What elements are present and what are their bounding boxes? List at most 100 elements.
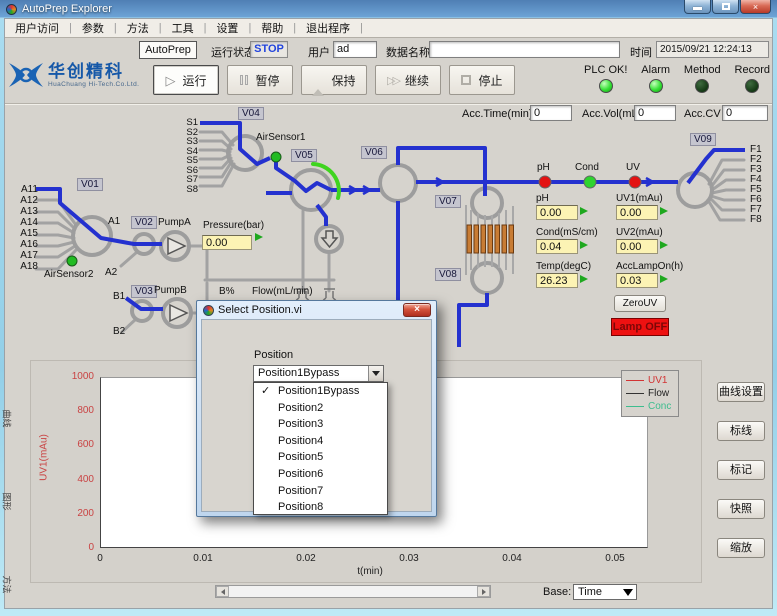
- y-tick-label: 400: [77, 474, 94, 485]
- minimize-icon: [693, 7, 702, 10]
- dropdown-option[interactable]: ✓ Position3: [254, 416, 387, 433]
- chart-tool-button[interactable]: 曲线设置: [717, 382, 765, 402]
- valve-chip-v04[interactable]: V04: [238, 107, 264, 120]
- run-status-label: 运行状态: [211, 44, 255, 60]
- led-icon: [745, 79, 759, 93]
- dropdown-option[interactable]: ✓ Position7: [254, 483, 387, 500]
- flow-label: Flow(mL/min): [252, 286, 313, 297]
- air-sensor2-led: [67, 256, 77, 266]
- play-icon: ▷: [165, 74, 175, 87]
- acc-vol-input[interactable]: 0: [634, 105, 676, 121]
- stop-icon: [461, 75, 471, 85]
- vi-icon: [203, 305, 214, 316]
- x-tick-label: 0.05: [595, 553, 635, 564]
- valve-chip-v09[interactable]: V09: [690, 133, 716, 146]
- column-array: [467, 225, 514, 253]
- cond-dot-label: Cond: [575, 162, 599, 173]
- option-label: Position8: [278, 501, 323, 513]
- port-label: F8: [750, 215, 774, 225]
- menu-item[interactable]: 用户访问: [5, 18, 69, 38]
- chart-tool-button[interactable]: 标记: [717, 460, 765, 480]
- pump-b-label: PumpB: [154, 285, 187, 296]
- dropdown-option[interactable]: ✓ Position5: [254, 449, 387, 466]
- zero-uv-button[interactable]: ZeroUV: [614, 295, 666, 312]
- acc-time-input[interactable]: 0: [530, 105, 572, 121]
- readout-label: Temp(degC): [536, 261, 606, 272]
- acc-cv-input[interactable]: 0: [722, 105, 768, 121]
- eject-icon: [312, 75, 324, 86]
- chart-tool-button[interactable]: 标线: [717, 421, 765, 441]
- horizontal-scrollbar[interactable]: [215, 585, 491, 598]
- brand-logo: 华创精科 HuaChuang Hi-Tech.Co.Ltd.: [8, 59, 139, 91]
- user-input[interactable]: ad: [333, 41, 377, 58]
- valve-chip-v03[interactable]: V03: [131, 285, 157, 298]
- position-combobox[interactable]: Position1Bypass: [253, 365, 384, 382]
- port-a1-label: A1: [108, 216, 120, 227]
- uv-sensor-dot: [629, 176, 641, 188]
- marker-arrow-icon: [580, 207, 588, 215]
- menu-item[interactable]: 退出程序: [296, 18, 360, 38]
- status-indicator: Method: [684, 64, 721, 93]
- pump-triangle-icons: [168, 238, 187, 321]
- valve-chip-v07[interactable]: V07: [435, 195, 461, 208]
- legend-line-icon: [626, 380, 644, 381]
- dropdown-option[interactable]: ✓ Position8: [254, 499, 387, 515]
- pressure-label: Pressure(bar): [203, 220, 264, 231]
- chart-tool-button[interactable]: 快照: [717, 499, 765, 519]
- chart-tool-button[interactable]: 缩放: [717, 538, 765, 558]
- valve-chip-v05[interactable]: V05: [291, 149, 317, 162]
- menu-item[interactable]: 设置: [206, 18, 248, 38]
- marker-arrow-icon: [580, 241, 588, 249]
- dropdown-option[interactable]: ✓ Position2: [254, 400, 387, 417]
- legend-item-uv1: UV1: [626, 374, 674, 387]
- valve-chip-v06[interactable]: V06: [361, 146, 387, 159]
- dropdown-option[interactable]: ✓ Position6: [254, 466, 387, 483]
- maximize-button[interactable]: [712, 0, 739, 14]
- scroll-left-icon[interactable]: [216, 586, 229, 597]
- readout: Temp(degC) 26.23: [536, 261, 606, 295]
- legend-line-icon: [626, 406, 644, 407]
- dropdown-option[interactable]: ✓ Position1Bypass: [254, 383, 387, 400]
- valve-chip-v08[interactable]: V08: [435, 268, 461, 281]
- dropdown-option[interactable]: ✓ Position4: [254, 433, 387, 450]
- base-dropdown[interactable]: Time: [573, 584, 637, 600]
- run-button[interactable]: ▷ 运行: [153, 65, 219, 95]
- y-tick-label: 200: [77, 508, 94, 519]
- menu-item[interactable]: 方法: [117, 18, 159, 38]
- port-label: A11: [6, 184, 38, 195]
- pause-button[interactable]: 暂停: [227, 65, 293, 95]
- side-tab-2[interactable]: 图形: [1, 491, 14, 513]
- legend-item-flow: Flow: [626, 387, 674, 400]
- side-tab-3[interactable]: 方法: [1, 574, 14, 596]
- scroll-right-icon[interactable]: [477, 586, 490, 597]
- option-label: Position3: [278, 418, 323, 430]
- readout: UV1(mAu) 0.00: [616, 193, 696, 227]
- minimize-button[interactable]: [684, 0, 711, 14]
- valve-chip-v01[interactable]: V01: [77, 178, 103, 191]
- readout: AccLampOn(h) 0.03: [616, 261, 696, 295]
- status-indicator: Record: [735, 64, 770, 93]
- air-sensor1-label: AirSensor1: [256, 132, 305, 143]
- side-tab-1[interactable]: 曲线: [1, 408, 14, 430]
- hold-button[interactable]: 保持: [301, 65, 367, 95]
- x-tick-label: 0: [80, 553, 120, 564]
- dialog-close-button[interactable]: ×: [403, 303, 431, 317]
- menu-item[interactable]: 参数: [72, 18, 114, 38]
- lamp-off-indicator[interactable]: Lamp OFF: [611, 318, 669, 336]
- data-name-input[interactable]: [429, 41, 620, 58]
- user-label: 用户: [308, 44, 330, 60]
- x-tick-label: 0.03: [389, 553, 429, 564]
- dialog-title: Select Position.vi: [218, 304, 302, 316]
- menu-item[interactable]: 帮助: [251, 18, 293, 38]
- menu-item[interactable]: 工具: [162, 18, 204, 38]
- f-ports: F1F2F3F4F5F6F7F8: [750, 145, 774, 225]
- app-name-box: AutoPrep: [139, 41, 197, 59]
- valve-chip-v02[interactable]: V02: [131, 216, 157, 229]
- stop-button[interactable]: 停止: [449, 65, 515, 95]
- combobox-button[interactable]: [368, 366, 383, 381]
- marker-arrow-icon: [580, 275, 588, 283]
- resume-button[interactable]: ▷▷ 继续: [375, 65, 441, 95]
- close-button[interactable]: ×: [740, 0, 771, 14]
- maximize-icon: [722, 3, 730, 10]
- readout-label: UV2(mAu): [616, 227, 696, 238]
